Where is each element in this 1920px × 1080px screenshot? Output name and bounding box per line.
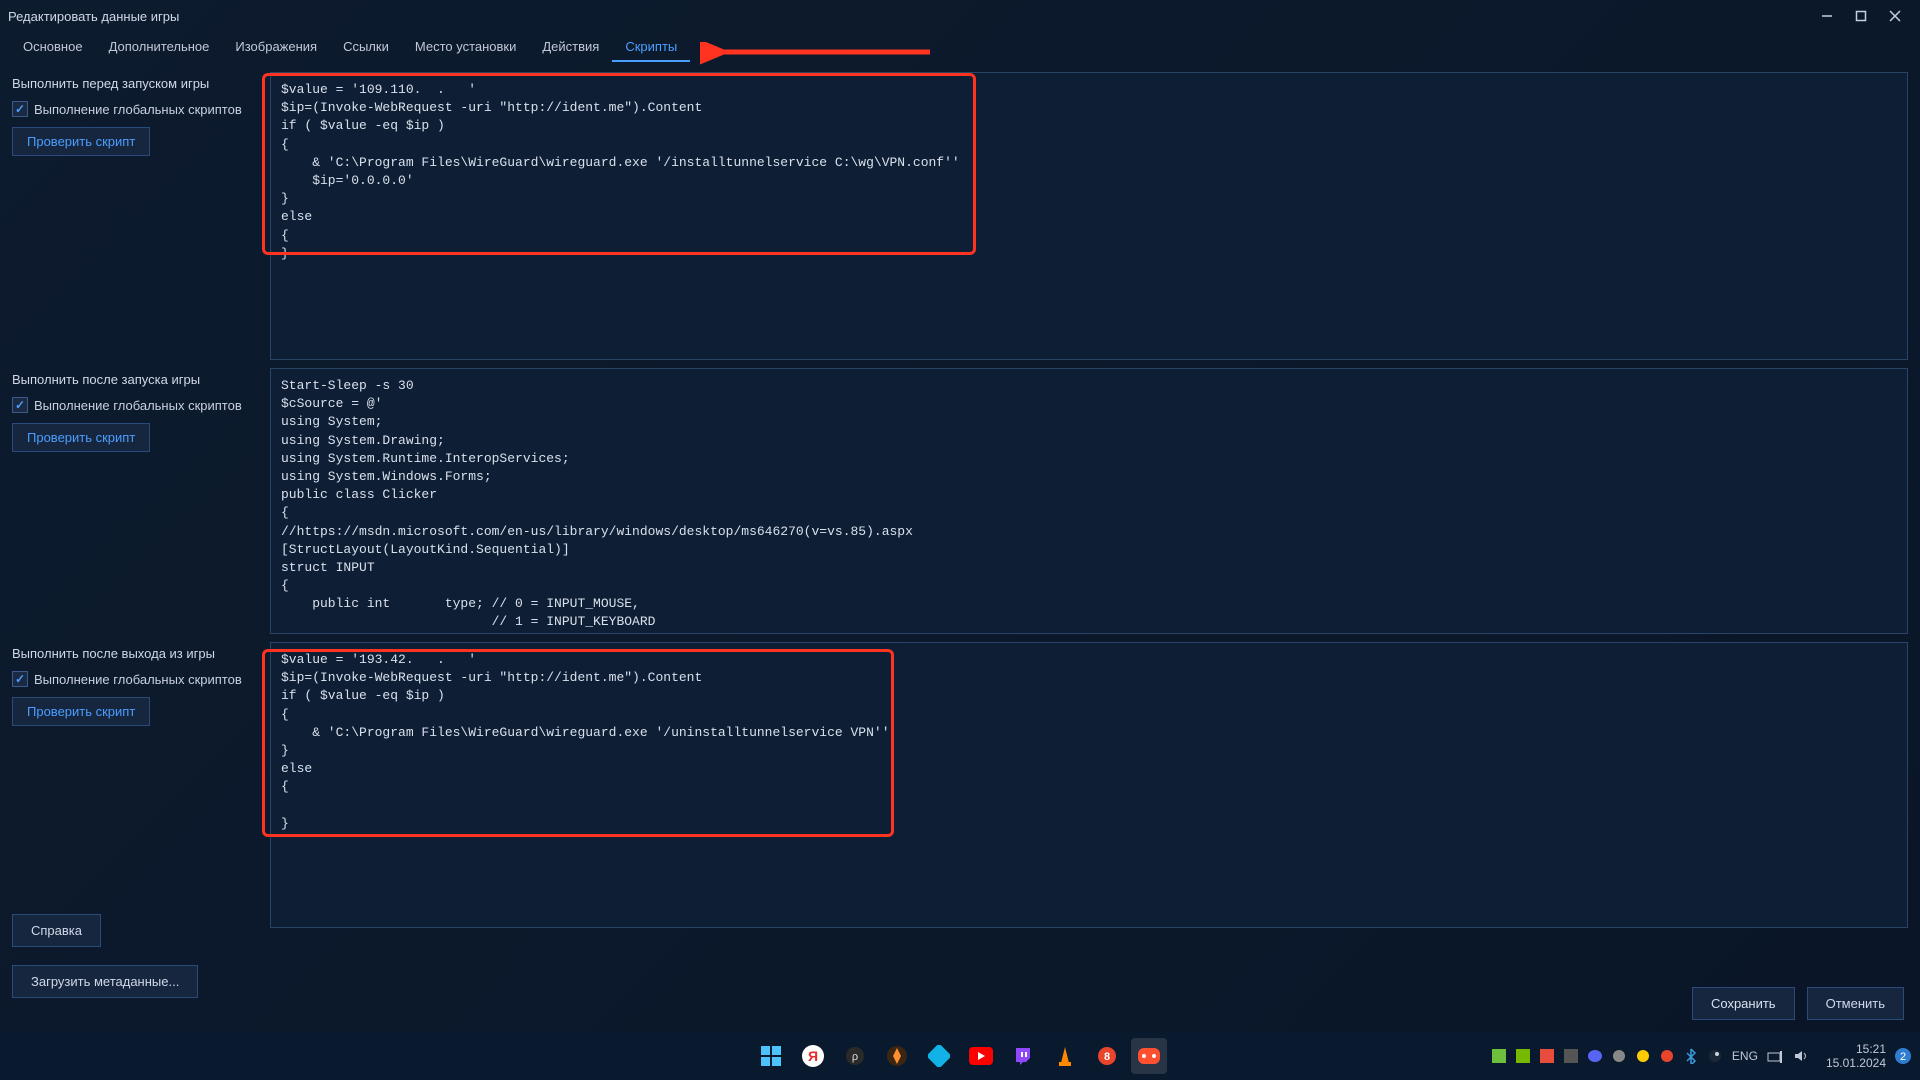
post-exit-label: Выполнить после выхода из игры <box>12 646 270 661</box>
taskbar-app-playnite[interactable] <box>1131 1038 1167 1074</box>
tray-icon-bluetooth[interactable] <box>1682 1047 1700 1065</box>
taskbar-app-8[interactable]: 8 <box>1089 1038 1125 1074</box>
tray-icon-8[interactable] <box>1658 1047 1676 1065</box>
tab-images[interactable]: Изображения <box>222 33 330 62</box>
taskbar-app-youtube[interactable] <box>963 1038 999 1074</box>
taskbar-app-vlc[interactable] <box>1047 1038 1083 1074</box>
post-launch-test-button[interactable]: Проверить скрипт <box>12 423 150 452</box>
svg-text:2: 2 <box>1900 1051 1906 1063</box>
window-controls <box>1810 3 1912 29</box>
tray-icon-discord[interactable] <box>1586 1047 1604 1065</box>
taskbar-app-yandex[interactable]: Я <box>795 1038 831 1074</box>
svg-text:Я: Я <box>808 1048 818 1064</box>
dialog-actions: Сохранить Отменить <box>1692 987 1904 1020</box>
taskbar-app-3[interactable] <box>879 1038 915 1074</box>
taskbar-right: ENG 15:21 15.01.2024 2 <box>1490 1042 1912 1071</box>
taskbar-app-kodi[interactable] <box>921 1038 957 1074</box>
post-exit-global-checkbox[interactable] <box>12 671 28 687</box>
section-post-exit: Выполнить после выхода из игры Выполнени… <box>12 642 1908 928</box>
tray-icon-6[interactable] <box>1610 1047 1628 1065</box>
post-launch-label: Выполнить после запуска игры <box>12 372 270 387</box>
clock[interactable]: 15:21 15.01.2024 <box>1826 1042 1886 1071</box>
post-exit-global-label: Выполнение глобальных скриптов <box>34 672 242 687</box>
clock-date: 15.01.2024 <box>1826 1056 1886 1070</box>
post-exit-script-input[interactable]: $value = '193.42. . ' $ip=(Invoke-WebReq… <box>270 642 1908 928</box>
download-metadata-button[interactable]: Загрузить метаданные... <box>12 965 198 998</box>
svg-text:ρ: ρ <box>852 1051 858 1063</box>
post-launch-script-input[interactable]: Start-Sleep -s 30 $cSource = @' using Sy… <box>270 368 1908 634</box>
network-icon[interactable] <box>1766 1047 1784 1065</box>
taskbar-center: Я ρ 8 <box>753 1038 1167 1074</box>
maximize-button[interactable] <box>1844 3 1878 29</box>
save-button[interactable]: Сохранить <box>1692 987 1795 1020</box>
cancel-button[interactable]: Отменить <box>1807 987 1904 1020</box>
taskbar: Я ρ 8 ENG 15:21 15.01.2024 2 <box>0 1032 1920 1080</box>
taskbar-app-2[interactable]: ρ <box>837 1038 873 1074</box>
close-button[interactable] <box>1878 3 1912 29</box>
pre-launch-label: Выполнить перед запуском игры <box>12 76 270 91</box>
tray-icon-yandex[interactable] <box>1634 1047 1652 1065</box>
pre-launch-global-checkbox[interactable] <box>12 101 28 117</box>
tab-actions[interactable]: Действия <box>529 33 612 62</box>
tab-additional[interactable]: Дополнительное <box>96 33 223 62</box>
tray-icon-1[interactable] <box>1490 1047 1508 1065</box>
section-post-launch: Выполнить после запуска игры Выполнение … <box>12 368 1908 634</box>
section-pre-launch: Выполнить перед запуском игры Выполнение… <box>12 72 1908 360</box>
tray-icons <box>1490 1047 1724 1065</box>
clock-time: 15:21 <box>1826 1042 1886 1056</box>
tab-main[interactable]: Основное <box>10 33 96 62</box>
notifications-icon[interactable]: 2 <box>1894 1047 1912 1065</box>
pre-launch-test-button[interactable]: Проверить скрипт <box>12 127 150 156</box>
tab-scripts[interactable]: Скрипты <box>612 33 690 62</box>
tray-icon-3[interactable] <box>1538 1047 1556 1065</box>
tab-install-location[interactable]: Место установки <box>402 33 530 62</box>
svg-text:8: 8 <box>1104 1051 1110 1063</box>
minimize-button[interactable] <box>1810 3 1844 29</box>
content-area: Выполнить перед запуском игры Выполнение… <box>0 72 1920 928</box>
pre-launch-script-input[interactable]: $value = '109.110. . ' $ip=(Invoke-WebRe… <box>270 72 1908 360</box>
language-indicator[interactable]: ENG <box>1732 1049 1758 1063</box>
volume-icon[interactable] <box>1792 1047 1810 1065</box>
taskbar-app-twitch[interactable] <box>1005 1038 1041 1074</box>
bottom-left-buttons: Справка Загрузить метаданные... <box>12 914 198 998</box>
tab-bar: Основное Дополнительное Изображения Ссыл… <box>0 32 1920 64</box>
post-launch-global-checkbox[interactable] <box>12 397 28 413</box>
tray-icon-4[interactable] <box>1562 1047 1580 1065</box>
post-launch-global-label: Выполнение глобальных скриптов <box>34 398 242 413</box>
help-button[interactable]: Справка <box>12 914 101 947</box>
start-button[interactable] <box>753 1038 789 1074</box>
tray-icon-steam[interactable] <box>1706 1047 1724 1065</box>
tab-links[interactable]: Ссылки <box>330 33 402 62</box>
titlebar: Редактировать данные игры <box>0 0 1920 32</box>
post-exit-test-button[interactable]: Проверить скрипт <box>12 697 150 726</box>
window-title: Редактировать данные игры <box>8 9 1810 24</box>
pre-launch-global-label: Выполнение глобальных скриптов <box>34 102 242 117</box>
tray-icon-nvidia[interactable] <box>1514 1047 1532 1065</box>
